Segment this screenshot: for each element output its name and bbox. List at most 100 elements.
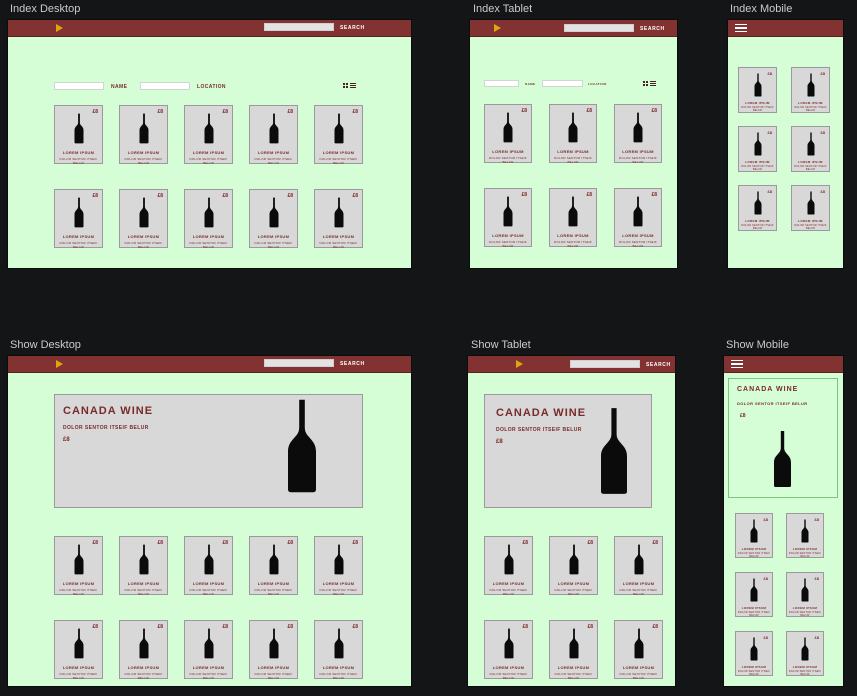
grid-view-icon[interactable] [343,83,348,88]
list-view-icon[interactable] [350,83,356,88]
wine-card[interactable]: £8 LOREM IPSUM DOLOR SENTOR ITSEIF BELUR [786,513,824,558]
navbar [724,356,843,373]
wine-card[interactable]: £8 LOREM IPSUM DOLOR SENTOR ITSEIF BELUR [549,188,597,248]
card-price: £8 [522,540,528,546]
search-input[interactable] [264,23,334,31]
wine-card[interactable]: £8 LOREM IPSUM DOLOR SENTOR ITSEIF BELUR [791,67,830,113]
wine-bottle-icon [288,399,316,493]
wine-card[interactable]: £8 LOREM IPSUM DOLOR SENTOR ITSEIF BELUR [184,620,233,680]
wine-card[interactable]: £8 LOREM IPSUM DOLOR SENTOR ITSEIF BELUR [249,189,298,249]
location-filter-input[interactable] [542,80,583,87]
wine-card[interactable]: £8 LOREM IPSUM DOLOR SENTOR ITSEIF BELUR [484,188,532,248]
wine-card[interactable]: £8 LOREM IPSUM DOLOR SENTOR ITSEIF BELUR [735,572,773,617]
wine-card[interactable]: £8 LOREM IPSUM DOLOR SENTOR ITSEIF BELUR [484,104,532,164]
wine-card[interactable]: £8 LOREM IPSUM DOLOR SENTOR ITSEIF BELUR [314,536,363,596]
card-price: £8 [287,540,293,546]
wine-card[interactable]: £8 LOREM IPSUM DOLOR SENTOR ITSEIF BELUR [791,126,830,172]
wine-price: £8 [740,413,746,419]
hamburger-menu-icon[interactable] [735,24,747,34]
card-subtitle: DOLOR SENTOR ITSEIF BELUR [489,156,527,164]
search-input[interactable] [570,360,640,368]
card-title: LOREM IPSUM [192,150,225,155]
wine-card[interactable]: £8 LOREM IPSUM DOLOR SENTOR ITSEIF BELUR [738,126,777,172]
wine-card[interactable]: £8 LOREM IPSUM DOLOR SENTOR ITSEIF BELUR [735,513,773,558]
navbar: SEARCH [468,356,675,373]
card-subtitle: DOLOR SENTOR ITSEIF BELUR [619,156,657,164]
card-price: £8 [222,624,228,630]
view-toggle[interactable] [343,83,356,88]
card-title: LOREM IPSUM [792,547,818,551]
wine-card[interactable]: £8 LOREM IPSUM DOLOR SENTOR ITSEIF BELUR [184,536,233,596]
wine-card[interactable]: £8 LOREM IPSUM DOLOR SENTOR ITSEIF BELUR [54,536,103,596]
play-icon[interactable] [56,360,63,368]
wine-card[interactable]: £8 LOREM IPSUM DOLOR SENTOR ITSEIF BELUR [549,620,598,680]
card-subtitle: DOLOR SENTOR ITSEIF BELUR [319,588,358,596]
wine-card[interactable]: £8 LOREM IPSUM DOLOR SENTOR ITSEIF BELUR [314,620,363,680]
list-view-icon[interactable] [650,81,656,86]
card-title: LOREM IPSUM [741,606,767,610]
wine-card[interactable]: £8 LOREM IPSUM DOLOR SENTOR ITSEIF BELUR [249,105,298,165]
wine-card[interactable]: £8 LOREM IPSUM DOLOR SENTOR ITSEIF BELUR [791,185,830,231]
card-title: LOREM IPSUM [622,149,654,154]
wine-card[interactable]: £8 LOREM IPSUM DOLOR SENTOR ITSEIF BELUR [549,536,598,596]
wine-card[interactable]: £8 LOREM IPSUM DOLOR SENTOR ITSEIF BELUR [119,189,168,249]
wine-card[interactable]: £8 LOREM IPSUM DOLOR SENTOR ITSEIF BELUR [738,185,777,231]
wine-card[interactable]: £8 LOREM IPSUM DOLOR SENTOR ITSEIF BELUR [119,536,168,596]
view-toggle[interactable] [643,81,656,86]
card-price: £8 [820,71,825,76]
search-button[interactable]: SEARCH [640,26,665,32]
wine-card[interactable]: £8 LOREM IPSUM DOLOR SENTOR ITSEIF BELUR [549,104,597,164]
wine-card[interactable]: £8 LOREM IPSUM DOLOR SENTOR ITSEIF BELUR [119,105,168,165]
name-filter-label: NAME [111,84,128,90]
grid-view-icon[interactable] [643,81,648,86]
card-price: £8 [814,576,819,581]
search-button[interactable]: SEARCH [646,362,671,368]
wine-card[interactable]: £8 LOREM IPSUM DOLOR SENTOR ITSEIF BELUR [314,189,363,249]
card-title: LOREM IPSUM [557,233,589,238]
play-icon[interactable] [516,360,523,368]
card-price: £8 [820,130,825,135]
card-price: £8 [352,193,358,199]
wine-card[interactable]: £8 LOREM IPSUM DOLOR SENTOR ITSEIF BELUR [614,620,663,680]
wine-card[interactable]: £8 LOREM IPSUM DOLOR SENTOR ITSEIF BELUR [119,620,168,680]
wine-card[interactable]: £8 LOREM IPSUM DOLOR SENTOR ITSEIF BELUR [735,631,773,676]
wine-card[interactable]: £8 LOREM IPSUM DOLOR SENTOR ITSEIF BELUR [184,189,233,249]
wine-card[interactable]: £8 LOREM IPSUM DOLOR SENTOR ITSEIF BELUR [484,620,533,680]
wine-bottle-icon [634,628,643,664]
card-subtitle: DOLOR SENTOR ITSEIF BELUR [254,588,293,596]
wine-bottle-icon [774,430,791,488]
wine-card[interactable]: £8 LOREM IPSUM DOLOR SENTOR ITSEIF BELUR [249,536,298,596]
card-title: LOREM IPSUM [622,581,655,586]
wine-card[interactable]: £8 LOREM IPSUM DOLOR SENTOR ITSEIF BELUR [614,104,662,164]
hamburger-menu-icon[interactable] [731,360,743,370]
name-filter-input[interactable] [54,82,104,90]
wine-card[interactable]: £8 LOREM IPSUM DOLOR SENTOR ITSEIF BELUR [54,620,103,680]
wine-card[interactable]: £8 LOREM IPSUM DOLOR SENTOR ITSEIF BELUR [54,189,103,249]
wine-card[interactable]: £8 LOREM IPSUM DOLOR SENTOR ITSEIF BELUR [249,620,298,680]
play-icon[interactable] [494,24,501,32]
wine-card[interactable]: £8 LOREM IPSUM DOLOR SENTOR ITSEIF BELUR [786,631,824,676]
card-subtitle: DOLOR SENTOR ITSEIF BELUR [737,611,771,617]
search-input[interactable] [564,24,634,32]
wine-card[interactable]: £8 LOREM IPSUM DOLOR SENTOR ITSEIF BELUR [184,105,233,165]
name-filter-input[interactable] [484,80,519,87]
wine-card[interactable]: £8 LOREM IPSUM DOLOR SENTOR ITSEIF BELUR [484,536,533,596]
wine-card[interactable]: £8 LOREM IPSUM DOLOR SENTOR ITSEIF BELUR [614,188,662,248]
search-button[interactable]: SEARCH [340,361,365,367]
play-icon[interactable] [56,24,63,32]
search-button[interactable]: SEARCH [340,25,365,31]
location-filter-input[interactable] [140,82,190,90]
card-title: LOREM IPSUM [492,233,524,238]
index-desktop-frame: SEARCH NAME LOCATION £8 LOREM IPSUM DOLOR … [8,20,411,268]
wine-card[interactable]: £8 LOREM IPSUM DOLOR SENTOR ITSEIF BELUR [738,67,777,113]
wine-card[interactable]: £8 LOREM IPSUM DOLOR SENTOR ITSEIF BELUR [614,536,663,596]
wine-card[interactable]: £8 LOREM IPSUM DOLOR SENTOR ITSEIF BELUR [786,572,824,617]
search-input[interactable] [264,359,334,367]
card-subtitle: DOLOR SENTOR ITSEIF BELUR [619,240,657,248]
card-subtitle: DOLOR SENTOR ITSEIF BELUR [319,672,358,680]
card-title: LOREM IPSUM [792,606,818,610]
wine-bottle-icon [334,197,343,233]
wine-card[interactable]: £8 LOREM IPSUM DOLOR SENTOR ITSEIF BELUR [314,105,363,165]
wine-card[interactable]: £8 LOREM IPSUM DOLOR SENTOR ITSEIF BELUR [54,105,103,165]
card-title: LOREM IPSUM [745,160,770,164]
